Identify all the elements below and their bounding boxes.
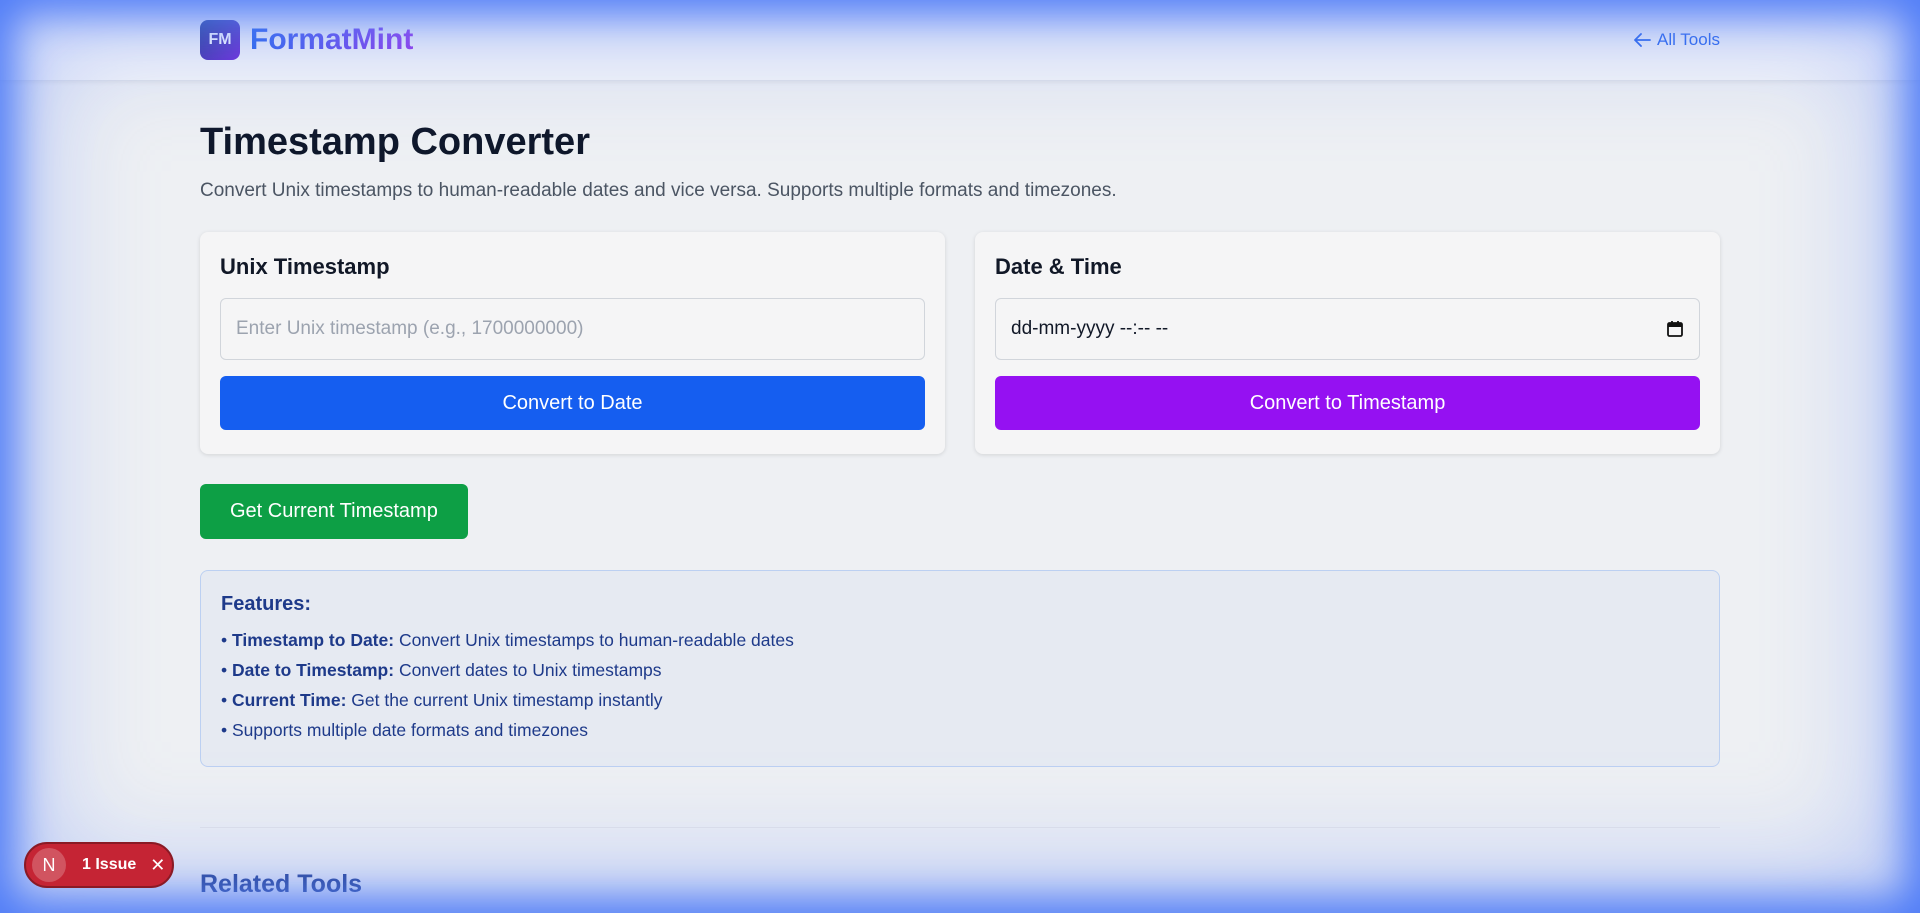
all-tools-link[interactable]: All Tools	[1634, 30, 1720, 50]
date-time-card: Date & Time dd-mm-yyyy --:-- -- Convert …	[975, 232, 1720, 454]
convert-to-date-button[interactable]: Convert to Date	[220, 376, 925, 430]
features-title: Features:	[221, 593, 312, 615]
related-tools-title: Related Tools	[200, 870, 363, 898]
close-icon[interactable]: ✕	[150, 855, 165, 876]
page-title: Timestamp Converter	[200, 121, 590, 163]
get-current-timestamp-button[interactable]: Get Current Timestamp	[200, 484, 468, 539]
issues-badge[interactable]: N 1 Issue ✕	[24, 842, 174, 888]
feature-label: Date to Timestamp:	[232, 660, 395, 680]
feature-text: Supports multiple date formats and timez…	[232, 720, 589, 740]
issue-count: 1 Issue	[82, 856, 137, 873]
unix-card-title: Unix Timestamp	[220, 254, 390, 279]
feature-text: Get the current Unix timestamp instantly	[346, 690, 663, 710]
feature-item: • Timestamp to Date: Convert Unix timest…	[221, 630, 794, 650]
page-description: Convert Unix timestamps to human-readabl…	[200, 180, 1117, 201]
feature-item: • Current Time: Get the current Unix tim…	[221, 690, 663, 710]
feature-text: Convert Unix timestamps to human-readabl…	[394, 630, 794, 650]
brand-link[interactable]: FM FormatMint	[200, 20, 413, 60]
date-card-title: Date & Time	[995, 254, 1122, 279]
feature-label: Current Time:	[232, 690, 347, 710]
datetime-input[interactable]: dd-mm-yyyy --:-- --	[995, 298, 1700, 360]
converter-cards: Unix Timestamp Convert to Date Date & Ti…	[200, 232, 1720, 454]
main-content: Timestamp Converter Convert Unix timesta…	[200, 81, 1720, 899]
unix-timestamp-card: Unix Timestamp Convert to Date	[200, 232, 945, 454]
all-tools-label: All Tools	[1657, 30, 1720, 49]
section-divider	[200, 827, 1720, 828]
features-list: • Timestamp to Date: Convert Unix timest…	[221, 630, 1699, 741]
feature-label: Timestamp to Date:	[232, 630, 395, 650]
logo-badge: FM	[200, 20, 240, 60]
site-header: FM FormatMint All Tools	[0, 0, 1920, 81]
feature-item: • Date to Timestamp: Convert dates to Un…	[221, 660, 662, 680]
brand-name: FormatMint	[250, 23, 414, 56]
calendar-icon[interactable]	[1666, 320, 1684, 338]
datetime-value: dd-mm-yyyy --:-- --	[1011, 318, 1169, 339]
features-box: Features: • Timestamp to Date: Convert U…	[200, 570, 1720, 767]
unix-timestamp-input[interactable]	[220, 298, 925, 360]
feature-text: Convert dates to Unix timestamps	[394, 660, 662, 680]
next-logo-icon: N	[32, 848, 66, 882]
arrow-left-icon	[1634, 33, 1651, 47]
convert-to-timestamp-button[interactable]: Convert to Timestamp	[995, 376, 1700, 430]
feature-item: • Supports multiple date formats and tim…	[221, 720, 589, 740]
